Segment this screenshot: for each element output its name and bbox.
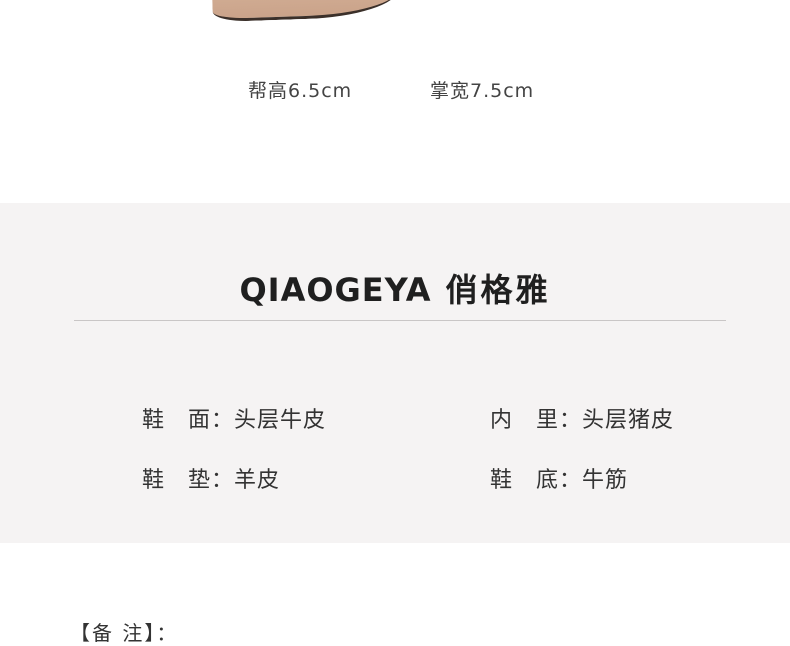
spec-label: 鞋 面： [141, 408, 234, 433]
spec-value: 牛筋 [582, 468, 629, 493]
spec-label: 鞋 底： [489, 468, 582, 493]
brand-title: QIAOGEYA 俏格雅 [0, 265, 790, 311]
shoe-image-fragment [211, 0, 399, 23]
spec-value: 头层猪皮 [582, 408, 675, 433]
brand-name-en: QIAOGEYA [239, 271, 432, 309]
palm-width-label: 掌宽7.5cm [430, 80, 535, 102]
spec-insole: 鞋 垫：羊皮 [114, 437, 280, 519]
heel-height-label: 帮高6.5cm [248, 80, 353, 102]
spec-label: 鞋 垫： [141, 468, 234, 493]
spec-value: 头层牛皮 [234, 408, 327, 433]
dimension-labels: 帮高6.5cm 掌宽7.5cm [0, 76, 790, 106]
spec-label: 内 里： [489, 408, 582, 433]
brand-name-cn: 俏格雅 [445, 271, 551, 309]
spec-outsole: 鞋 底：牛筋 [462, 437, 628, 519]
remark-label: 【备 注】： [70, 621, 179, 645]
divider-line [74, 320, 726, 321]
spec-value: 羊皮 [234, 468, 281, 493]
spec-panel: QIAOGEYA 俏格雅 鞋 面：头层牛皮 内 里：头层猪皮 鞋 垫：羊皮 鞋 底… [0, 203, 790, 543]
